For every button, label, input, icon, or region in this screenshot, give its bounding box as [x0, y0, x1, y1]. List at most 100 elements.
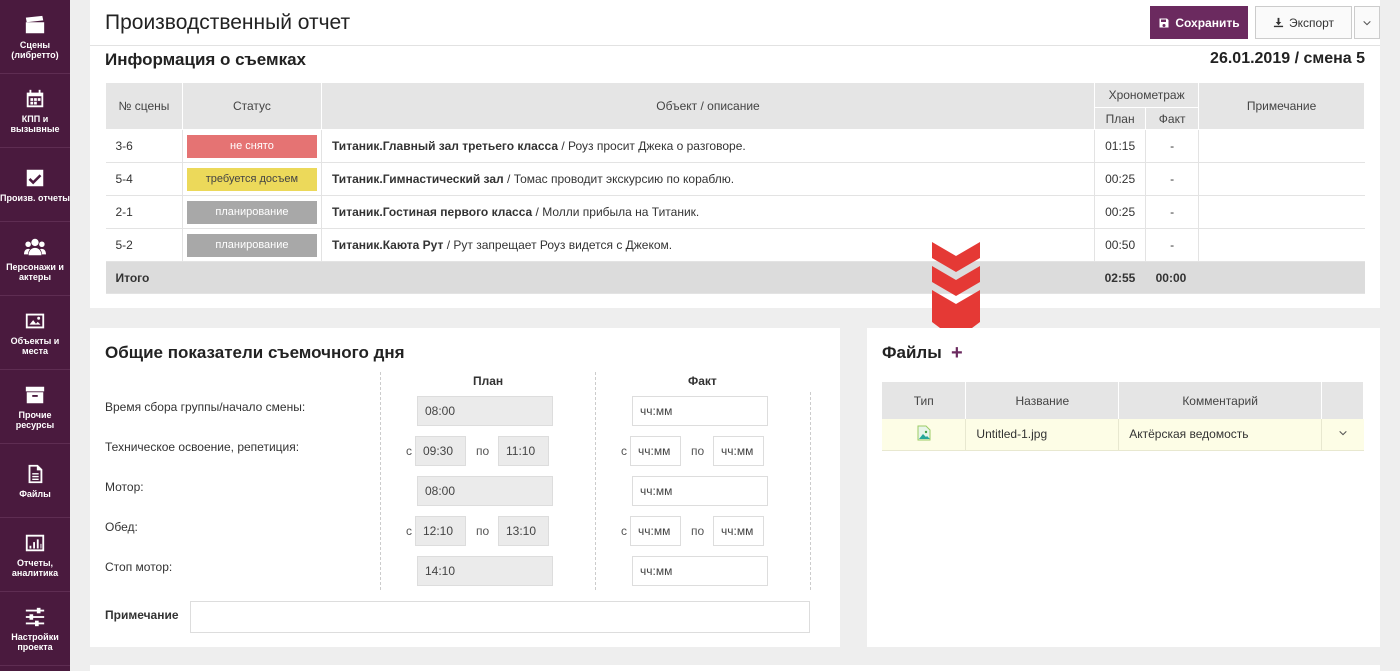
col-object: Объект / описание: [320, 82, 1096, 130]
sidebar-item-analytics[interactable]: Отчеты, аналитика: [0, 518, 70, 592]
fact-time-input[interactable]: чч:мм: [632, 556, 768, 586]
sliders-icon: [25, 607, 45, 626]
from-label: с: [621, 524, 627, 538]
fact-from-input[interactable]: чч:мм: [630, 436, 681, 466]
scene-number: 3-6: [105, 129, 183, 163]
plan-time: 00:25: [1094, 195, 1147, 229]
export-dropdown-toggle[interactable]: [1354, 6, 1380, 39]
table-row[interactable]: 5-2 планирование Титаник.Каюта Рут / Рут…: [105, 228, 1365, 262]
scene-description: Молли прибыла на Титаник.: [542, 205, 700, 219]
status-badge[interactable]: планирование: [186, 233, 317, 257]
checkbox-icon: [26, 169, 44, 186]
table-row[interactable]: 5-4 требуется досъем Титаник.Гимнастичес…: [105, 162, 1365, 196]
from-label: с: [406, 524, 412, 538]
scene-location: Титаник.Гимнастический зал: [331, 172, 504, 186]
scene-number: 2-1: [105, 195, 183, 229]
scene-location: Титаник.Главный зал третьего класса: [331, 139, 558, 153]
files-title: Файлы: [882, 343, 942, 362]
sidebar-item-label: Отчеты, аналитика: [11, 557, 59, 578]
status-badge[interactable]: требуется досъем: [186, 167, 317, 191]
col-note: Примечание: [1198, 82, 1365, 130]
people-icon: [24, 238, 46, 255]
scene-note: [1198, 129, 1365, 163]
plan-from-input[interactable]: 12:10: [415, 516, 466, 546]
fact-from-input[interactable]: чч:мм: [630, 516, 681, 546]
floppy-icon: [1159, 18, 1169, 27]
row-menu-toggle[interactable]: [1321, 419, 1364, 451]
scene-description: Томас проводит экскурсию по кораблю.: [513, 172, 735, 186]
col-fact: Факт: [1145, 107, 1200, 130]
total-fact: 00:00: [1145, 261, 1199, 294]
plan-time-input[interactable]: 08:00: [417, 476, 553, 506]
plan-to-input[interactable]: 11:10: [498, 436, 549, 466]
plan-time-input[interactable]: 14:10: [417, 556, 553, 586]
sidebar-item-schedule[interactable]: КПП и вызывные: [0, 74, 70, 148]
sidebar-item-scenes[interactable]: Сцены (либретто): [0, 0, 70, 74]
plan-to-input[interactable]: 13:10: [498, 516, 549, 546]
export-button[interactable]: Экспорт: [1255, 6, 1352, 39]
scene-object: Титаник.Главный зал третьего класса / Ро…: [321, 129, 1096, 163]
col-timing: Хронометраж: [1094, 82, 1200, 108]
save-button-label: Сохранить: [1175, 15, 1240, 30]
scene-location: Титаник.Каюта Рут: [331, 238, 444, 252]
add-file-button[interactable]: +: [951, 342, 963, 365]
table-row[interactable]: 2-1 планирование Титаник.Гостиная первог…: [105, 195, 1365, 229]
table-row[interactable]: 3-6 не снято Титаник.Главный зал третьег…: [105, 129, 1365, 163]
scene-description: Роуз просит Джека о разговоре.: [568, 139, 746, 153]
sidebar-item-label: Произв. отчеты: [0, 192, 70, 203]
row-label: Обед:: [105, 520, 138, 534]
scene-number: 5-2: [105, 228, 183, 262]
chart-icon: [25, 534, 45, 551]
note-input[interactable]: [190, 601, 810, 633]
to-label: по: [476, 444, 490, 458]
chevron-down-icon: [1363, 20, 1371, 25]
fact-time-input[interactable]: чч:мм: [632, 476, 768, 506]
table-row[interactable]: Untitled-1.jpg Актёрская ведомость: [882, 419, 1364, 451]
from-label: с: [406, 444, 412, 458]
shooting-info-panel: Информация о съемках 26.01.2019 / смена …: [90, 46, 1380, 308]
fact-to-input[interactable]: чч:мм: [713, 436, 764, 466]
plan-time: 00:50: [1094, 228, 1147, 262]
sidebar-item-label: Объекты и места: [10, 335, 60, 356]
scene-object: Титаник.Гимнастический зал / Томас прово…: [321, 162, 1096, 196]
fact-time-input[interactable]: чч:мм: [632, 396, 768, 426]
row-label: Мотор:: [105, 480, 144, 494]
sidebar-item-label: Настройки проекта: [11, 631, 59, 652]
sidebar-item-files[interactable]: Файлы: [0, 444, 70, 518]
sidebar-item-settings[interactable]: Настройки проекта: [0, 592, 70, 666]
sidebar-item-label: Файлы: [19, 488, 51, 499]
scene-object: Титаник.Гостиная первого класса / Молли …: [321, 195, 1096, 229]
sidebar-item-label: Сцены (либретто): [11, 39, 59, 60]
files-table: Тип Название Комментарий Untitled-1.jpg …: [882, 382, 1364, 451]
status-badge[interactable]: не снято: [186, 134, 317, 158]
scene-note: [1198, 195, 1365, 229]
fact-time: -: [1145, 195, 1200, 229]
file-name[interactable]: Untitled-1.jpg: [965, 419, 1120, 451]
sidebar-item-resources[interactable]: Прочие ресурсы: [0, 370, 70, 444]
scene-location: Титаник.Гостиная первого класса: [331, 205, 533, 219]
note-label: Примечание: [105, 608, 179, 622]
scene-note: [1198, 228, 1365, 262]
sidebar-item-label: КПП и вызывные: [10, 113, 60, 134]
from-label: с: [621, 444, 627, 458]
fact-to-input[interactable]: чч:мм: [713, 516, 764, 546]
shooting-info-title: Информация о съемках: [105, 50, 306, 69]
sidebar-item-reports[interactable]: Произв. отчеты: [0, 148, 70, 222]
sidebar-item-characters[interactable]: Персонажи и актеры: [0, 222, 70, 296]
plan-time-input[interactable]: 08:00: [417, 396, 553, 426]
row-label: Стоп мотор:: [105, 560, 173, 574]
plan-from-input[interactable]: 09:30: [415, 436, 466, 466]
status-badge[interactable]: планирование: [186, 200, 317, 224]
total-row: Итого 02:55 00:00: [105, 261, 1365, 294]
file-comment: Актёрская ведомость: [1118, 419, 1322, 451]
row-label: Время сбора группы/начало смены:: [105, 400, 306, 414]
sidebar-item-locations[interactable]: Объекты и места: [0, 296, 70, 370]
fact-header: Факт: [688, 374, 717, 388]
fact-time: -: [1145, 228, 1200, 262]
chevron-down-icon: [1339, 431, 1347, 436]
save-button[interactable]: Сохранить: [1150, 6, 1248, 39]
row-label: Техническое освоение, репетиция:: [105, 440, 300, 454]
fact-time: -: [1145, 162, 1200, 196]
scene-note: [1198, 162, 1365, 196]
general-indicators-panel: Общие показатели съемочного дня План Фак…: [90, 328, 840, 647]
